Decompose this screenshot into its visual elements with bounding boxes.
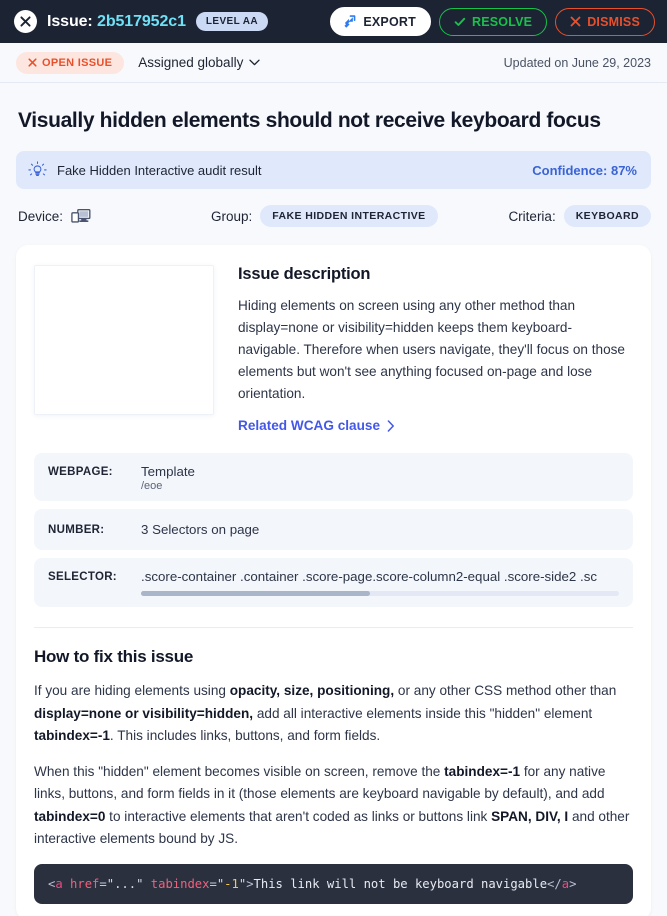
criteria-badge: KEYBOARD — [563, 205, 651, 227]
section-divider — [34, 627, 633, 629]
fix-p1-b: opacity, size, positioning, — [229, 683, 395, 699]
info-row-webpage: WEBPAGE: Template /eoe — [34, 453, 633, 502]
criteria-label: Criteria: — [508, 208, 556, 224]
fix-p2-e: to interactive elements that aren't code… — [105, 808, 492, 824]
close-button[interactable] — [14, 10, 37, 33]
webpage-key: WEBPAGE: — [48, 466, 113, 479]
code-tabindex-value: -1 — [224, 877, 239, 892]
info-row-selector: SELECTOR: .score-container .container .s… — [34, 558, 633, 608]
code-closing-open: </ — [547, 877, 562, 892]
info-row-number: NUMBER: 3 Selectors on page — [34, 509, 633, 551]
code-tag: a — [55, 877, 63, 892]
audit-result-text: Fake Hidden Interactive audit result — [57, 162, 262, 178]
code-eq-2: = — [209, 877, 217, 892]
assignment-dropdown[interactable]: Assigned globally — [138, 55, 260, 70]
fix-p2-b: tabindex=-1 — [444, 763, 521, 779]
fix-paragraph-1: If you are hiding elements using opacity… — [34, 680, 633, 748]
webpage-value: Template — [141, 464, 195, 480]
close-icon — [20, 16, 31, 27]
issue-title-prefix: Issue: — [47, 12, 93, 30]
fix-p1-c: or any other CSS method other than — [394, 683, 617, 699]
export-button[interactable]: EXPORT — [330, 7, 431, 36]
sub-bar: OPEN ISSUE Assigned globally Updated on … — [0, 43, 667, 83]
confidence-score: Confidence: 87% — [532, 162, 637, 178]
number-key: NUMBER: — [48, 523, 105, 536]
webpage-path: /eoe — [141, 480, 163, 493]
description-heading: Issue description — [238, 265, 371, 283]
dismiss-button-label: DISMISS — [587, 14, 640, 29]
fix-p2-a: When this "hidden" element becomes visib… — [34, 763, 445, 779]
level-badge: LEVEL AA — [195, 12, 268, 31]
fix-p2-f: SPAN, DIV, I — [491, 808, 569, 824]
fix-p1-d: display=none or visibility=hidden, — [34, 705, 254, 721]
resolve-button-label: RESOLVE — [471, 14, 533, 29]
fix-paragraph-2: When this "hidden" element becomes visib… — [34, 761, 633, 851]
fix-p1-f: tabindex=-1 — [34, 728, 110, 744]
group-label: Group: — [211, 208, 253, 224]
chevron-down-icon — [249, 59, 260, 66]
top-bar: Issue: 2b517952c1 LEVEL AA EXPORT RESOLV… — [0, 0, 667, 43]
export-button-label: EXPORT — [363, 14, 416, 29]
audit-result-banner: Fake Hidden Interactive audit result Con… — [16, 151, 651, 189]
issue-headline: Visually hidden elements should not rece… — [18, 109, 601, 132]
device-icon — [71, 208, 91, 225]
code-val-href: "..." — [106, 877, 144, 892]
fix-p1-e: add all interactive elements inside this… — [253, 705, 593, 721]
export-icon — [344, 15, 356, 28]
meta-row: Device: Group: FAKE HIDDEN INTERACTIVE C… — [18, 205, 651, 227]
code-closing-tag: a — [561, 877, 570, 892]
webpage-value-wrap: Template /eoe — [141, 464, 619, 492]
check-icon — [454, 17, 466, 26]
group-badge: FAKE HIDDEN INTERACTIVE — [260, 205, 438, 227]
screenshot-thumbnail[interactable] — [34, 265, 214, 415]
code-attr-href: href — [70, 877, 100, 892]
issue-id: 2b517952c1 — [97, 12, 186, 30]
selector-scrollbar-thumb[interactable] — [141, 591, 371, 597]
status-badge-label: OPEN ISSUE — [42, 56, 113, 69]
close-icon — [28, 58, 37, 67]
description-section: Issue description Hiding elements on scr… — [34, 265, 633, 435]
code-close-bracket: > — [246, 877, 254, 892]
close-icon — [570, 16, 581, 27]
selector-key: SELECTOR: — [48, 571, 117, 584]
fix-heading: How to fix this issue — [34, 647, 194, 667]
dismiss-button[interactable]: DISMISS — [555, 7, 655, 36]
updated-timestamp: Updated on June 29, 2023 — [503, 55, 651, 70]
code-closing-end: > — [569, 877, 577, 892]
code-space-2 — [143, 877, 150, 891]
page-content: Visually hidden elements should not rece… — [0, 109, 667, 916]
number-value: 3 Selectors on page — [141, 522, 260, 538]
fix-p1-a: If you are hiding elements using — [34, 683, 230, 699]
selector-value-wrap: .score-container .container .score-page.… — [141, 569, 619, 597]
page-title: Issue: 2b517952c1 — [47, 13, 186, 31]
topbar-actions: EXPORT RESOLVE DISMISS — [330, 7, 655, 36]
related-wcag-clause-link[interactable]: Related WCAG clause — [238, 418, 395, 433]
assignment-label: Assigned globally — [138, 55, 244, 70]
chevron-right-icon — [387, 419, 394, 432]
code-attr-tabindex: tabindex — [150, 877, 210, 892]
info-list: WEBPAGE: Template /eoe NUMBER: 3 Selecto… — [34, 453, 633, 608]
code-text: This link will not be keyboard navigable — [253, 877, 548, 892]
code-eq-1: = — [99, 877, 107, 892]
code-example: <a href="..." tabindex="-1">This link wi… — [34, 864, 633, 905]
resolve-button[interactable]: RESOLVE — [438, 7, 548, 36]
lightbulb-icon — [28, 160, 47, 176]
related-wcag-clause-label: Related WCAG clause — [238, 418, 381, 434]
issue-detail-card: Issue description Hiding elements on scr… — [16, 245, 651, 916]
fix-p1-g: . This includes links, buttons, and form… — [109, 728, 381, 744]
description-text: Hiding elements on screen using any othe… — [238, 298, 625, 402]
selector-value: .score-container .container .score-page.… — [141, 569, 598, 585]
device-label: Device: — [18, 208, 64, 224]
fix-p2-d: tabindex=0 — [34, 808, 106, 824]
selector-scrollbar[interactable] — [141, 591, 619, 597]
status-badge[interactable]: OPEN ISSUE — [16, 51, 125, 74]
description-body: Issue description Hiding elements on scr… — [238, 265, 633, 435]
code-space-1 — [63, 877, 70, 891]
